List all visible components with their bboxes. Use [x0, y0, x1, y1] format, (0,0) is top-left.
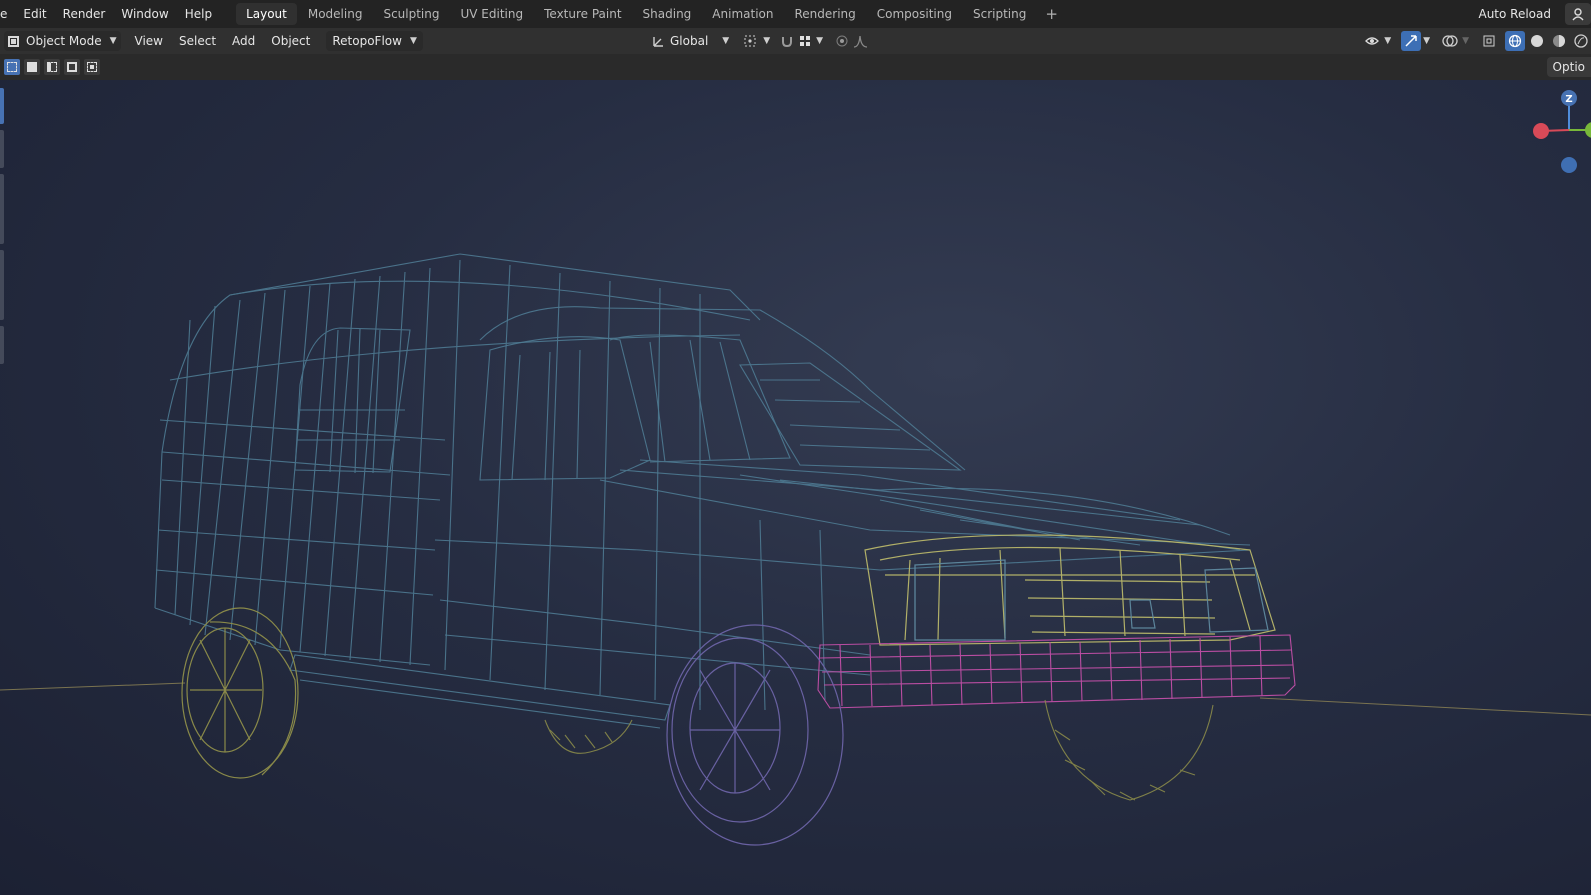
tool-settings-bar: Optio: [0, 54, 1591, 80]
select-mode-subtract-icon[interactable]: [44, 59, 60, 75]
chevron-down-icon: ▼: [409, 36, 417, 46]
menu-help[interactable]: Help: [177, 0, 220, 28]
select-mode-extend-icon[interactable]: [24, 59, 40, 75]
retopoflow-menu[interactable]: RetopoFlow ▼: [326, 31, 423, 51]
menu-edit[interactable]: Edit: [15, 0, 54, 28]
chevron-down-icon: ▼: [816, 36, 824, 46]
object-mode-dropdown[interactable]: Object Mode ▼: [4, 31, 121, 51]
navigation-gizmo[interactable]: Z: [1521, 86, 1591, 176]
tab-sculpting[interactable]: Sculpting: [373, 3, 449, 25]
transform-orientation-label[interactable]: Global: [670, 31, 708, 51]
tab-layout[interactable]: Layout: [236, 3, 297, 25]
object-mode-icon: [8, 35, 19, 47]
options-button[interactable]: Optio: [1546, 57, 1591, 77]
viewport-display-tools: ▼ ▼ ▼: [1360, 28, 1591, 54]
tab-shading[interactable]: Shading: [633, 3, 702, 25]
menu-view[interactable]: View: [127, 34, 171, 48]
select-mode-invert-icon[interactable]: [64, 59, 80, 75]
top-right-area: Auto Reload: [1478, 0, 1591, 28]
proportional-edit-icon[interactable]: [835, 31, 849, 51]
rear-wheel: [181, 607, 299, 779]
object-mode-label: Object Mode: [26, 34, 102, 48]
snap-grid-icon[interactable]: [798, 31, 812, 51]
chevron-down-icon: ▼: [1384, 36, 1392, 46]
visibility-eye-icon[interactable]: [1362, 31, 1382, 51]
overlays-icon[interactable]: [1440, 31, 1460, 51]
tab-scripting[interactable]: Scripting: [963, 3, 1036, 25]
orientation-axes-icon[interactable]: [652, 31, 666, 51]
top-menu-bar: e Edit Render Window Help Layout Modelin…: [0, 0, 1591, 28]
tab-compositing[interactable]: Compositing: [867, 3, 962, 25]
gizmo-neg-z-icon[interactable]: [1561, 157, 1577, 173]
tab-rendering[interactable]: Rendering: [784, 3, 865, 25]
select-mode-new-icon[interactable]: [4, 59, 20, 75]
menu-object[interactable]: Object: [263, 34, 318, 48]
tab-uv-editing[interactable]: UV Editing: [451, 3, 534, 25]
tab-texture-paint[interactable]: Texture Paint: [534, 3, 631, 25]
retopoflow-label: RetopoFlow: [332, 34, 402, 48]
shading-rendered-icon[interactable]: [1571, 31, 1591, 51]
chevron-down-icon: ▼: [1462, 36, 1469, 46]
chevron-down-icon: ▼: [722, 36, 730, 46]
menu-select[interactable]: Select: [171, 34, 224, 48]
scene-selector-icon[interactable]: [1565, 3, 1591, 25]
falloff-curve-icon[interactable]: [853, 31, 869, 51]
select-mode-intersect-icon[interactable]: [84, 59, 100, 75]
gizmo-z-label: Z: [1565, 94, 1572, 105]
chevron-down-icon: ▼: [763, 36, 771, 46]
shading-solid-icon[interactable]: [1527, 31, 1547, 51]
floor-line-left: [0, 682, 186, 691]
front-bumper: [817, 634, 1296, 709]
menu-render[interactable]: Render: [55, 0, 114, 28]
shading-material-icon[interactable]: [1549, 31, 1569, 51]
menu-file[interactable]: e: [0, 0, 15, 28]
menu-window[interactable]: Window: [113, 0, 176, 28]
3d-viewport[interactable]: Z: [0, 80, 1591, 895]
wireframe-scene: [0, 253, 1591, 846]
viewport-header: Object Mode ▼ View Select Add Object Ret…: [0, 28, 1591, 54]
transform-tools: Global ▼ ▼ ▼: [652, 28, 873, 54]
headlight-left: [914, 559, 1006, 641]
front-wheel: [666, 624, 844, 846]
snap-magnet-icon[interactable]: [780, 31, 794, 51]
add-workspace-icon[interactable]: +: [1037, 3, 1066, 25]
xray-toggle-icon[interactable]: [1479, 31, 1499, 51]
gizmo-y-axis-icon[interactable]: [1585, 122, 1591, 138]
floor-line-right: [1259, 697, 1591, 716]
menu-add[interactable]: Add: [224, 34, 263, 48]
gizmo-x-axis-icon[interactable]: [1533, 123, 1549, 139]
gizmo-toggle-icon[interactable]: [1401, 31, 1422, 51]
tab-animation[interactable]: Animation: [702, 3, 783, 25]
shading-wireframe-icon[interactable]: [1505, 31, 1525, 51]
van-cab: [289, 306, 1251, 729]
chevron-down-icon: ▼: [1423, 36, 1431, 46]
far-wheels: [544, 699, 1214, 801]
chevron-down-icon: ▼: [109, 36, 117, 46]
pivot-point-icon[interactable]: [743, 31, 759, 51]
tab-modeling[interactable]: Modeling: [298, 3, 373, 25]
auto-reload-label[interactable]: Auto Reload: [1478, 7, 1551, 21]
